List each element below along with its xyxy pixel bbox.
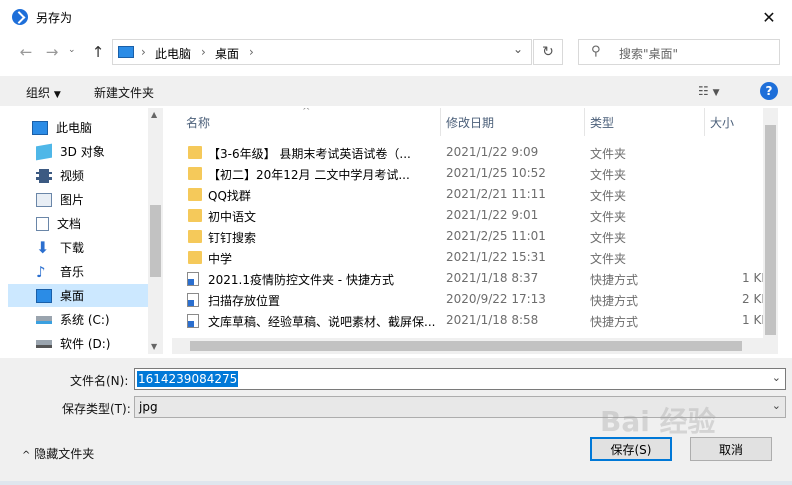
navigation-pane: 此电脑 3D 对象 视频 图片 文档 ⬇ 下载 ♪ 音乐 桌面 系统 (C:) …: [8, 108, 163, 354]
recent-locations-icon[interactable]: ⌄: [68, 45, 76, 55]
sidebar-item-desktop[interactable]: 桌面: [8, 284, 148, 307]
sort-caret-icon: ^: [302, 108, 311, 117]
sidebar-item-drive-c[interactable]: 系统 (C:): [8, 308, 148, 331]
taskbar: [0, 481, 792, 485]
sidebar-item-documents[interactable]: 文档: [8, 212, 148, 235]
app-icon: [12, 9, 28, 25]
horizontal-scroll-thumb[interactable]: [190, 341, 742, 351]
filename-selected-text: 1614239084275: [137, 371, 239, 387]
download-icon: ⬇: [36, 237, 50, 257]
folder-icon: [188, 146, 202, 159]
sidebar-item-videos[interactable]: 视频: [8, 164, 148, 187]
column-header-type[interactable]: 类型: [590, 114, 614, 131]
picture-icon: [36, 192, 52, 207]
new-folder-button[interactable]: 新建文件夹: [94, 84, 154, 101]
chevron-up-icon: ^: [22, 450, 31, 461]
close-button[interactable]: ✕: [746, 0, 792, 34]
folder-icon: [188, 230, 202, 243]
column-header-date[interactable]: 修改日期: [446, 114, 494, 131]
table-row[interactable]: 扫描存放位置 2020/9/22 17:13 快捷方式 2 KB: [172, 289, 776, 310]
table-row[interactable]: 中学 2021/1/22 15:31 文件夹: [172, 247, 776, 268]
pc-icon: [32, 120, 48, 135]
filename-input[interactable]: 1614239084275 ⌄: [134, 368, 786, 390]
table-row[interactable]: 【初二】20年12月 二文中学月考试... 2021/1/25 10:52 文件…: [172, 163, 776, 184]
drive-icon: [36, 339, 52, 348]
column-divider[interactable]: [704, 108, 705, 136]
folder-icon: [188, 209, 202, 222]
view-options-icon[interactable]: ☷ ▼: [698, 84, 720, 98]
cancel-button[interactable]: 取消: [690, 437, 772, 461]
column-divider[interactable]: [440, 108, 441, 136]
chevron-down-icon[interactable]: ⌄: [772, 371, 781, 384]
folder-icon: [188, 251, 202, 264]
command-bar: 组织 ▼ 新建文件夹 ☷ ▼: [0, 76, 792, 106]
column-divider[interactable]: [584, 108, 585, 136]
up-button[interactable]: ↑: [86, 40, 110, 64]
drive-icon: [36, 315, 52, 324]
table-row[interactable]: 钉钉搜索 2021/2/25 11:01 文件夹: [172, 226, 776, 247]
filetype-value: jpg: [139, 400, 158, 414]
shortcut-icon: [187, 272, 199, 286]
table-row[interactable]: 【3-6年级】 县期末考试英语试卷（... 2021/1/22 9:09 文件夹: [172, 142, 776, 163]
forward-button[interactable]: →: [40, 40, 64, 64]
refresh-button[interactable]: ↻: [533, 39, 563, 65]
save-button[interactable]: 保存(S): [590, 437, 672, 461]
sidebar-item-music[interactable]: ♪ 音乐: [8, 260, 148, 283]
filename-label: 文件名(N):: [70, 374, 129, 388]
breadcrumb-this-pc[interactable]: 此电脑: [155, 45, 191, 62]
table-row[interactable]: 文库草稿、经验草稿、说吧素材、截屏保... 2021/1/18 8:58 快捷方…: [172, 310, 776, 331]
table-row[interactable]: 初中语文 2021/1/22 9:01 文件夹: [172, 205, 776, 226]
file-list-scroll-thumb[interactable]: [765, 125, 776, 335]
address-dropdown-icon[interactable]: ⌄: [513, 42, 523, 56]
table-row[interactable]: 2021.1疫情防控文件夹 - 快捷方式 2021/1/18 8:37 快捷方式…: [172, 268, 776, 289]
sidebar-item-pictures[interactable]: 图片: [8, 188, 148, 211]
sidebar-item-downloads[interactable]: ⬇ 下载: [8, 236, 148, 259]
breadcrumb-sep: ›: [249, 45, 254, 59]
document-icon: [36, 216, 49, 231]
address-bar[interactable]: › 此电脑 › 桌面 › ⌄: [112, 39, 532, 65]
folder-icon: [188, 188, 202, 201]
scroll-up-icon[interactable]: ▲: [151, 110, 157, 119]
music-icon: ♪: [36, 262, 46, 281]
sidebar-item-drive-d[interactable]: 软件 (D:): [8, 332, 148, 354]
search-placeholder: 搜索"桌面": [619, 47, 679, 61]
shortcut-icon: [187, 293, 199, 307]
breadcrumb-sep: ›: [141, 45, 146, 59]
pc-icon: [118, 46, 134, 58]
organize-button[interactable]: 组织 ▼: [26, 84, 61, 101]
video-icon: [36, 168, 52, 183]
shortcut-icon: [187, 314, 199, 328]
table-row[interactable]: QQ找群 2021/2/21 11:11 文件夹: [172, 184, 776, 205]
cube-icon: [36, 143, 52, 160]
filetype-label: 保存类型(T):: [62, 402, 131, 416]
column-header-size[interactable]: 大小: [710, 114, 734, 131]
search-icon: ⚲: [591, 44, 601, 59]
title-bar: [0, 0, 792, 34]
desktop-icon: [36, 288, 52, 303]
help-icon[interactable]: ?: [760, 82, 778, 100]
window-title: 另存为: [36, 11, 73, 25]
file-list: ^ 名称 修改日期 类型 大小 【3-6年级】 县期末考试英语试卷（... 20…: [172, 108, 776, 354]
chevron-down-icon[interactable]: ⌄: [772, 399, 781, 412]
sidebar-scroll-thumb[interactable]: [150, 205, 161, 277]
sidebar-item-3d-objects[interactable]: 3D 对象: [8, 140, 148, 163]
sidebar-item-this-pc[interactable]: 此电脑: [8, 116, 148, 139]
scroll-down-icon[interactable]: ▼: [151, 342, 157, 351]
breadcrumb-desktop[interactable]: 桌面: [215, 45, 239, 62]
column-header-name[interactable]: 名称: [186, 114, 210, 131]
folder-icon: [188, 167, 202, 180]
watermark: Bai 经验: [600, 405, 716, 438]
search-input[interactable]: ⚲ 搜索"桌面": [578, 39, 780, 65]
back-button[interactable]: ←: [14, 40, 38, 64]
breadcrumb-sep: ›: [201, 45, 206, 59]
hide-folders-toggle[interactable]: ^ 隐藏文件夹: [22, 445, 94, 462]
